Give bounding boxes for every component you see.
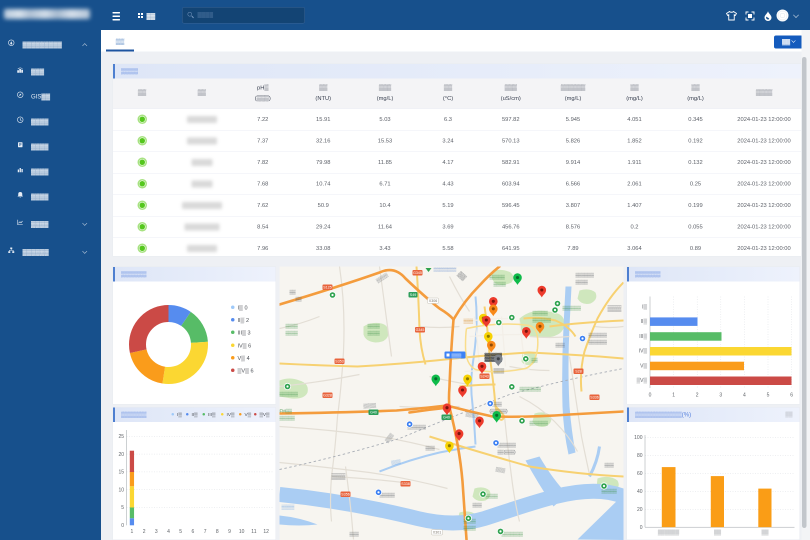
svg-text:▒▒▒▒: ▒▒▒▒ — [576, 280, 589, 285]
svg-text:12: 12 — [263, 529, 269, 535]
svg-text:6: 6 — [790, 393, 793, 399]
svg-text:▒▒▒▒▒: ▒▒▒▒▒ — [280, 416, 296, 421]
svg-text:80: 80 — [637, 453, 643, 459]
svg-text:▒▒▒▒▒▒: ▒▒▒▒▒▒ — [530, 421, 549, 426]
svg-text:I▒: I▒ — [642, 304, 647, 311]
svg-text:S336: S336 — [590, 396, 598, 400]
svg-text:V▒: V▒ — [640, 363, 647, 370]
svg-text:3: 3 — [155, 529, 158, 535]
svg-text:▒▒▒: ▒▒▒ — [494, 368, 505, 375]
svg-text:▒▒▒▒: ▒▒▒▒ — [486, 494, 499, 499]
svg-text:X306: X306 — [429, 299, 437, 303]
svg-text:▒▒: ▒▒ — [290, 290, 297, 295]
svg-text:▒▒▒▒: ▒▒▒▒ — [464, 526, 477, 531]
svg-text:100: 100 — [634, 435, 643, 441]
svg-text:▒▒: ▒▒ — [532, 358, 539, 363]
svg-text:1: 1 — [131, 529, 134, 535]
svg-text:6: 6 — [192, 529, 195, 535]
svg-text:▒▒▒▒▒: ▒▒▒▒▒ — [533, 311, 549, 316]
svg-text:▒▒: ▒▒ — [714, 529, 722, 536]
svg-text:G40: G40 — [443, 416, 450, 420]
svg-text:G40: G40 — [370, 411, 377, 415]
svg-text:40: 40 — [637, 489, 643, 495]
svg-text:0: 0 — [121, 523, 124, 529]
svg-text:▒▒▒▒▒▒▒: ▒▒▒▒▒▒▒ — [502, 532, 524, 537]
svg-text:7: 7 — [204, 529, 207, 535]
svg-text:▒▒: ▒▒ — [296, 297, 303, 302]
svg-text:▒▒▒▒▒▒: ▒▒▒▒▒▒ — [563, 306, 582, 311]
svg-text:8: 8 — [216, 529, 219, 535]
svg-text:▒▒▒▒▒▒: ▒▒▒▒▒▒ — [280, 392, 299, 397]
svg-text:▒▒▒▒: ▒▒▒▒ — [368, 331, 381, 336]
svg-text:X301: X301 — [433, 531, 441, 535]
svg-text:III▒: III▒ — [639, 333, 647, 340]
svg-text:▒▒▒▒▒: ▒▒▒▒▒ — [490, 275, 506, 280]
svg-text:S338: S338 — [401, 482, 409, 486]
svg-text:11: 11 — [251, 529, 256, 535]
svg-text:▒▒▒: ▒▒▒ — [556, 343, 566, 348]
svg-text:▒▒▒▒▒▒▒: ▒▒▒▒▒▒▒ — [520, 387, 542, 392]
svg-text:60: 60 — [637, 471, 643, 477]
svg-text:▒▒▒▒: ▒▒▒▒ — [286, 331, 299, 336]
svg-text:▒▒(▒▒▒): ▒▒(▒▒▒) — [498, 450, 517, 455]
svg-text:FM▒▒: FM▒▒ — [280, 409, 293, 414]
svg-text:1: 1 — [672, 393, 675, 399]
svg-text:▒▒: ▒▒ — [761, 529, 769, 536]
svg-text:IV▒: IV▒ — [639, 348, 648, 355]
svg-text:S353: S353 — [335, 360, 343, 364]
svg-text:▒▒▒: ▒▒▒ — [473, 503, 483, 508]
svg-text:S243: S243 — [480, 375, 488, 379]
svg-text:▒▒▒: ▒▒▒ — [605, 463, 615, 468]
svg-text:2: 2 — [143, 529, 146, 535]
svg-text:5: 5 — [121, 505, 124, 511]
svg-text:▒▒▒▒▒▒: ▒▒▒▒▒▒ — [589, 340, 608, 345]
svg-text:▒▒▒▒: ▒▒▒▒ — [368, 324, 381, 329]
svg-text:0: 0 — [640, 525, 643, 531]
svg-text:S28: S28 — [575, 370, 581, 374]
svg-text:4: 4 — [743, 393, 746, 399]
svg-text:G345: G345 — [413, 271, 422, 275]
svg-text:5: 5 — [179, 529, 182, 535]
svg-text:0: 0 — [649, 393, 652, 399]
svg-text:▒▒▒▒▒▒▒▒: ▒▒▒▒▒▒▒▒ — [434, 267, 457, 272]
svg-text:20: 20 — [637, 507, 643, 513]
svg-text:10: 10 — [239, 529, 245, 535]
svg-text:4: 4 — [167, 529, 170, 535]
svg-text:5: 5 — [767, 393, 770, 399]
svg-text:S49: S49 — [410, 293, 416, 297]
svg-text:▒V▒: ▒V▒ — [637, 377, 648, 384]
svg-text:▒▒▒▒▒▒: ▒▒▒▒▒▒ — [658, 529, 680, 536]
svg-text:20: 20 — [118, 452, 124, 458]
svg-text:15: 15 — [118, 470, 124, 476]
svg-text:2: 2 — [696, 393, 699, 399]
svg-text:25: 25 — [118, 434, 124, 440]
svg-text:▒▒▒▒: ▒▒▒▒ — [286, 324, 299, 329]
svg-text:▒▒▒▒▒▒: ▒▒▒▒▒▒ — [576, 273, 595, 278]
svg-text:9: 9 — [228, 529, 231, 535]
svg-text:S125: S125 — [323, 286, 331, 290]
svg-text:▒▒▒▒: ▒▒▒▒ — [494, 282, 507, 287]
svg-text:▒▒▒: ▒▒▒ — [608, 305, 622, 313]
svg-text:G328: G328 — [323, 394, 332, 398]
svg-text:▒▒▒▒▒▒: ▒▒▒▒▒▒ — [498, 443, 517, 448]
svg-text:10: 10 — [118, 487, 124, 493]
svg-text:▒▒▒▒▒▒: ▒▒▒▒▒▒ — [533, 318, 552, 323]
svg-text:II▒: II▒ — [641, 318, 648, 325]
svg-text:G345: G345 — [416, 328, 425, 332]
svg-text:▒▒▒: ▒▒▒ — [426, 446, 436, 451]
svg-text:▒▒▒: ▒▒▒ — [332, 473, 346, 481]
svg-text:▒▒▒▒▒▒: ▒▒▒▒▒▒ — [589, 333, 608, 338]
svg-text:3: 3 — [719, 393, 722, 399]
svg-text:▒▒▒: ▒▒▒ — [350, 532, 360, 537]
svg-text:S356: S356 — [341, 493, 349, 497]
